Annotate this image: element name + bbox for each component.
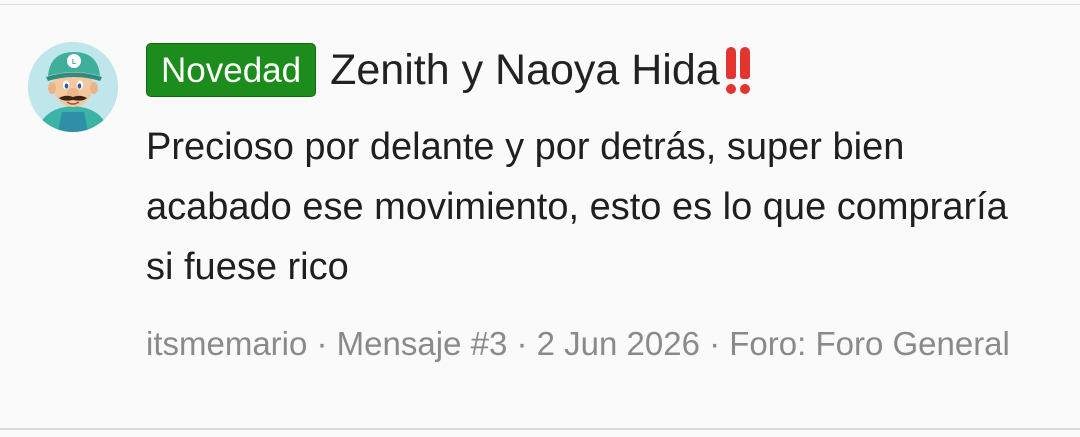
luigi-avatar-icon: L (28, 42, 118, 132)
post-content: Novedad Zenith y Naoya Hida Precioso por… (146, 41, 1046, 369)
post-body: Precioso por delante y por detrás, super… (146, 126, 1008, 288)
double-exclamation-icon (725, 45, 750, 95)
novedad-badge[interactable]: Novedad (146, 43, 317, 97)
exclamation-mark-2 (739, 47, 750, 95)
post-title[interactable]: Zenith y Naoya Hida (330, 41, 720, 99)
user-avatar[interactable]: L (28, 42, 118, 132)
post-meta[interactable]: itsmemario · Mensaje #3 · 2 Jun 2026 · F… (146, 319, 1026, 369)
post-header: Novedad Zenith y Naoya Hida (146, 41, 1046, 99)
exclamation-mark-1 (725, 47, 736, 95)
svg-text:L: L (72, 59, 77, 66)
post-card: L Novedad Zenith y Naoya Hida Precioso p… (0, 4, 1080, 430)
